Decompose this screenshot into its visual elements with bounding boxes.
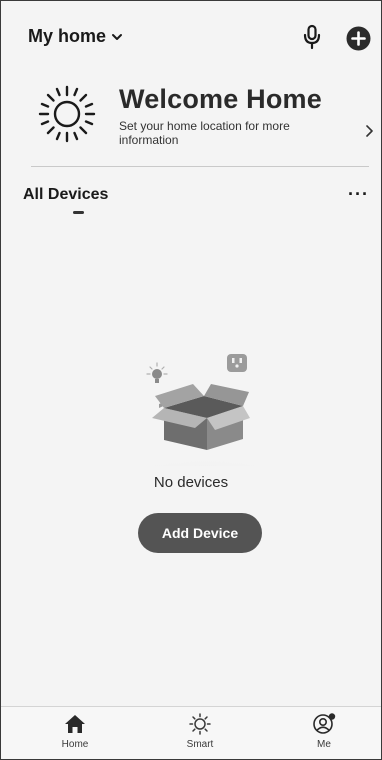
app-screen: My home Welcome Home Set your home locat…	[0, 0, 382, 760]
divider	[31, 166, 369, 167]
bulb-icon	[146, 362, 168, 383]
microphone-icon[interactable]	[301, 24, 323, 50]
welcome-banner[interactable]: Welcome Home Set your home location for …	[31, 81, 376, 159]
nav-label-me: Me	[317, 739, 331, 750]
add-device-button[interactable]: Add Device	[138, 513, 262, 553]
open-box-icon	[152, 384, 250, 450]
nav-label-home: Home	[61, 739, 89, 750]
home-icon	[65, 715, 85, 733]
user-icon	[313, 713, 336, 734]
home-name: My home	[28, 26, 107, 46]
home-selector[interactable]: My home	[28, 26, 123, 47]
add-circle-icon[interactable]	[346, 26, 371, 51]
socket-icon	[227, 354, 247, 372]
empty-devices-illustration	[119, 354, 294, 466]
sun-icon	[38, 85, 96, 143]
more-options-button[interactable]: ···	[348, 184, 372, 204]
welcome-subtitle: Set your home location for more informat…	[119, 119, 290, 147]
nav-item-me[interactable]: Me	[294, 713, 354, 757]
bottom-nav: Home Smart Me	[1, 706, 381, 759]
empty-state-message: No devices	[153, 474, 229, 491]
nav-item-smart[interactable]: Smart	[170, 713, 230, 757]
header: My home	[1, 1, 381, 76]
sun-icon	[189, 713, 211, 735]
nav-item-home[interactable]: Home	[45, 713, 105, 757]
welcome-title: Welcome Home	[119, 84, 322, 114]
chevron-down-icon	[112, 33, 123, 40]
tab-all-devices[interactable]: All Devices	[23, 186, 108, 204]
tab-indicator	[73, 211, 84, 214]
chevron-right-icon	[366, 125, 373, 137]
nav-label-smart: Smart	[186, 739, 214, 750]
